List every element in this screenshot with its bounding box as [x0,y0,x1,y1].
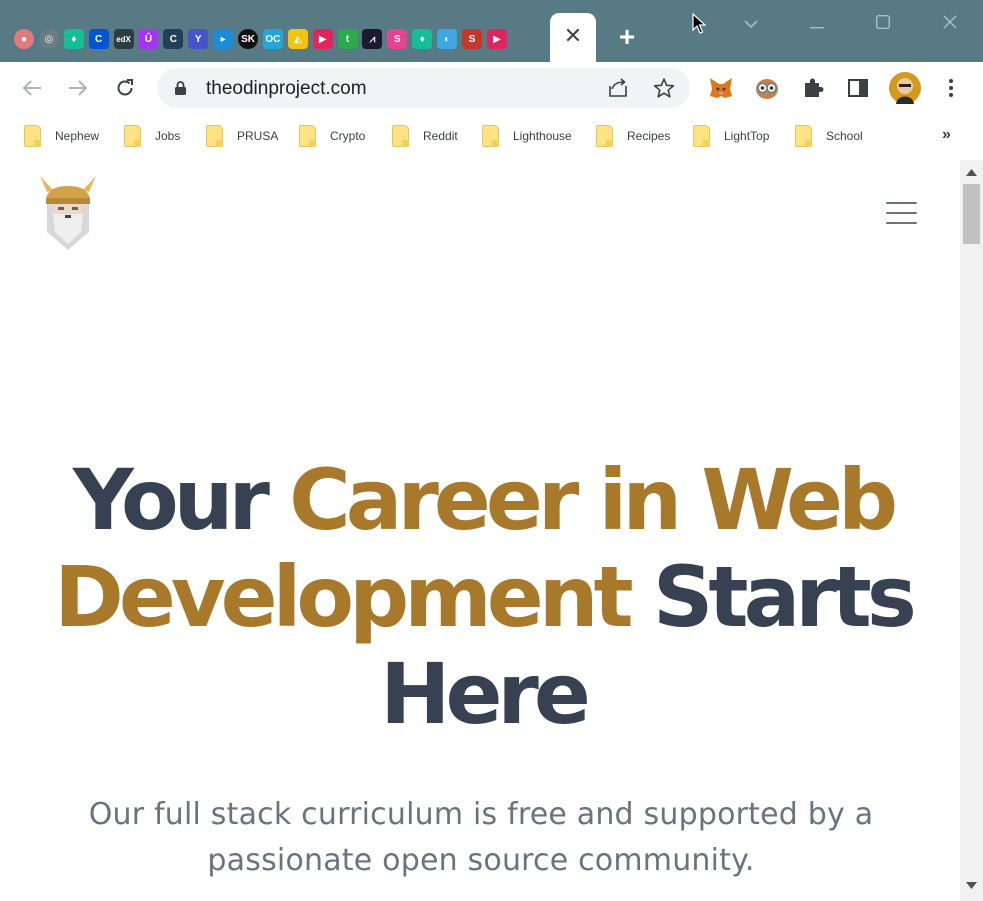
bookmarks-bar: Nephew Jobs PRUSA Crypto Reddit Lighthou… [0,114,983,154]
close-window-icon[interactable] [935,8,965,38]
record-icon[interactable]: ● [14,29,34,49]
vertical-scrollbar[interactable] [960,160,983,901]
scroll-down-arrow-icon[interactable] [966,882,977,890]
new-tab-button[interactable]: + [614,23,640,51]
red-play-icon-2[interactable]: ▶ [486,29,507,49]
bookmarks-overflow-button[interactable]: » [942,126,951,144]
odin-logo[interactable] [37,174,99,254]
mouse-cursor-icon [692,13,706,34]
browser-toolbar: theodinproject.com [0,62,983,114]
back-icon[interactable] [16,72,48,104]
bookmark-label: School [826,129,863,143]
globe-icon[interactable]: ◐ [437,29,458,49]
share-icon[interactable] [606,76,630,100]
folder-icon [299,125,316,147]
bookmark-folder-lighthouse[interactable]: Lighthouse [482,124,572,148]
folder-icon [693,125,710,147]
bookmark-label: Jobs [155,129,181,143]
red-play-icon[interactable]: ▶ [312,29,333,49]
minimize-icon[interactable] [802,8,832,38]
tab-search-icon[interactable] [736,8,766,38]
tab-strip: ● ◎ ♦ CedX Û C Y ▸ SK OC ◭ ▶ t ⩘ S ♦ ◐ S ▶ ✕ + [0,0,983,62]
hero-heading: Your Career in Web Development Starts He… [0,452,960,743]
hamburger-menu-icon[interactable] [886,202,917,224]
bookmark-label: Lighthouse [513,129,572,143]
folder-icon [392,125,409,147]
address-bar[interactable]: theodinproject.com [157,68,690,108]
spiral-icon[interactable]: S [462,29,483,49]
swirl-icon[interactable]: S [387,29,408,49]
close-tab-icon[interactable]: ✕ [563,25,583,47]
colorful-triangle-icon[interactable]: ◭ [287,29,308,49]
page-viewport: Your Career in Web Development Starts He… [0,160,960,901]
bookmark-star-icon[interactable] [652,76,676,100]
bookmark-folder-nephew[interactable]: Nephew [24,124,99,148]
bookmark-label: Crypto [330,129,366,143]
folder-icon [124,125,141,147]
khan-academy-icon[interactable]: ♦ [63,29,84,49]
chrome-outline-icon[interactable]: ◎ [38,29,59,49]
bookmark-folder-school[interactable]: School [795,124,863,148]
owl-extension-icon[interactable] [753,74,781,102]
metamask-icon[interactable] [707,74,735,102]
reload-icon[interactable] [109,72,141,104]
oc-icon[interactable]: OC [262,29,283,49]
flame-icon[interactable]: ⩘ [362,29,383,49]
folder-icon [482,125,499,147]
bookmark-folder-prusa[interactable]: PRUSA [206,124,278,148]
yale-icon[interactable]: Y [188,29,209,49]
bookmark-folder-lighttop[interactable]: LightTop [693,124,769,148]
folder-icon [596,125,613,147]
maximize-icon[interactable] [868,8,898,38]
hero-text-part1: Your [72,451,290,549]
tab-list: ● ◎ ♦ CedX Û C Y ▸ SK OC ◭ ▶ t ⩘ S ♦ ◐ S ▶ [14,26,512,52]
play-icon[interactable]: ▸ [213,29,234,49]
folder-icon [795,125,812,147]
scroll-up-arrow-icon[interactable] [966,168,977,176]
skillshare-icon[interactable]: SK [238,29,259,49]
forward-icon[interactable] [62,72,94,104]
scroll-thumb[interactable] [963,184,980,244]
bookmark-folder-jobs[interactable]: Jobs [124,124,180,148]
url-text[interactable]: theodinproject.com [206,78,367,100]
bookmark-label: Nephew [55,129,100,143]
edx-icon[interactable]: edX [113,29,134,49]
extensions-puzzle-icon[interactable] [799,74,827,102]
active-tab[interactable]: ✕ [550,13,596,62]
profile-avatar[interactable] [889,72,921,104]
bookmark-label: PRUSA [237,129,279,143]
coursera-icon[interactable]: C [88,29,109,49]
folder-icon [206,125,223,147]
khan-academy-icon-2[interactable]: ♦ [412,29,433,49]
folder-icon [24,125,41,147]
bookmark-label: Reddit [423,129,458,143]
bookmark-folder-recipes[interactable]: Recipes [596,124,670,148]
bookmark-folder-crypto[interactable]: Crypto [299,124,365,148]
udemy-icon[interactable]: Û [138,29,159,49]
bookmark-folder-reddit[interactable]: Reddit [392,124,458,148]
lock-icon[interactable] [174,80,187,96]
hero-subtitle: Our full stack curriculum is free and su… [88,797,874,878]
bookmark-label: Recipes [627,129,671,143]
side-panel-icon[interactable] [844,74,872,102]
codecademy-icon[interactable]: C [163,29,184,49]
green-t-icon[interactable]: t [337,29,358,49]
bookmark-label: LightTop [724,129,770,143]
browser-menu-icon[interactable] [937,74,965,102]
